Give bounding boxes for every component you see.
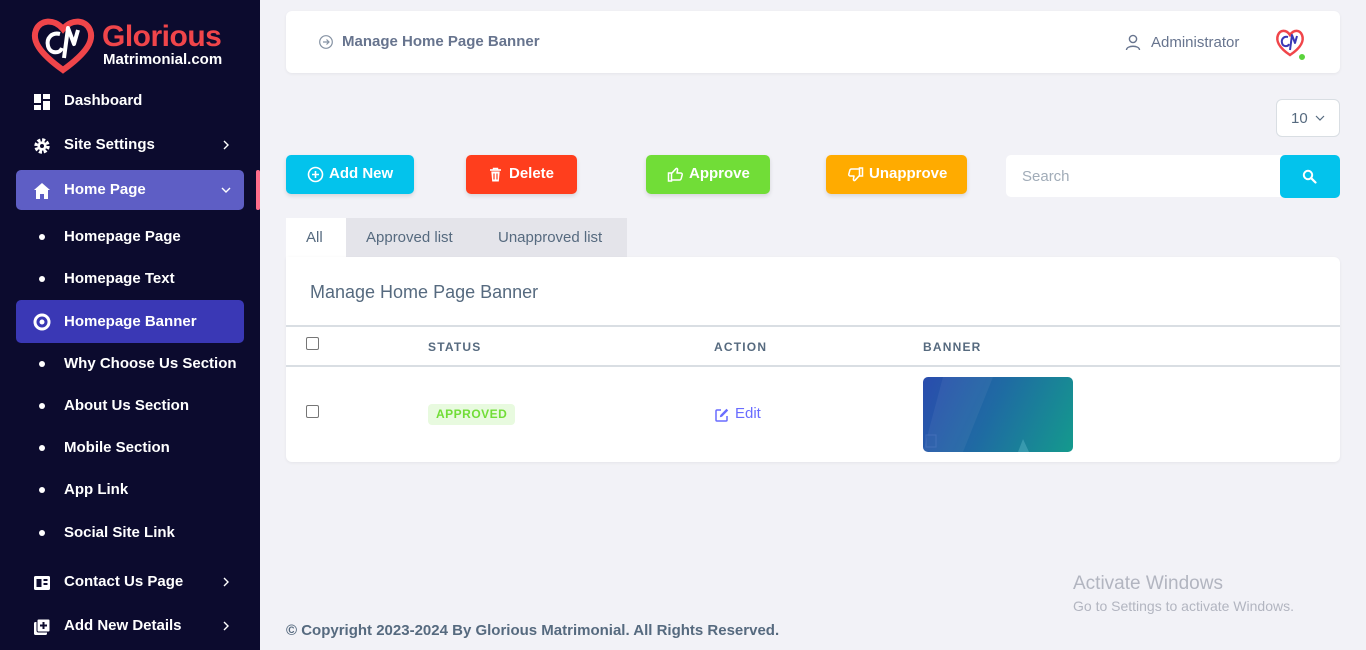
unapprove-label: Unapprove [869, 165, 948, 182]
home-icon [34, 183, 50, 199]
sidebar-item-app-link[interactable]: App Link [16, 474, 244, 506]
online-status-dot [1298, 53, 1306, 61]
sidebar-item-home-page[interactable]: Home Page [16, 170, 244, 210]
windows-activation-subtitle: Go to Settings to activate Windows. [1073, 598, 1294, 614]
sidebar-item-label: Homepage Banner [64, 313, 197, 330]
sidebar-item-label: Why Choose Us Section [64, 355, 237, 372]
sidebar-item-contact-us-page[interactable]: Contact Us Page [16, 562, 244, 602]
filter-tabs: All Approved list Unapproved list [286, 218, 627, 257]
breadcrumb: Manage Home Page Banner [342, 33, 540, 50]
copyright-footer: © Copyright 2023-2024 By Glorious Matrim… [286, 622, 780, 639]
search-input[interactable] [1006, 155, 1282, 197]
chevron-down-icon [221, 187, 231, 193]
bullet-icon [39, 234, 45, 240]
column-header-status: STATUS [428, 340, 482, 354]
bullet-icon [39, 530, 45, 536]
thumbs-down-icon [848, 167, 864, 182]
sidebar-item-label: Dashboard [64, 92, 143, 109]
circle-icon [33, 313, 51, 331]
user-name[interactable]: Administrator [1151, 34, 1239, 51]
sidebar-item-about-us[interactable]: About Us Section [16, 390, 244, 422]
sidebar-item-label: Add New Details [64, 617, 182, 634]
user-icon [1125, 34, 1141, 51]
column-header-action: ACTION [714, 340, 768, 354]
approve-label: Approve [689, 165, 750, 182]
sidebar-item-site-settings[interactable]: Site Settings [16, 125, 244, 165]
edit-label: Edit [735, 405, 761, 422]
trash-icon [490, 167, 501, 182]
sidebar-item-dashboard[interactable]: Dashboard [16, 81, 244, 121]
banner-table-card: Manage Home Page Banner STATUS ACTION BA… [286, 257, 1340, 462]
status-badge: APPROVED [428, 404, 516, 425]
select-all-checkbox[interactable] [306, 337, 319, 350]
sidebar-item-label: About Us Section [64, 397, 190, 414]
divider [286, 325, 1340, 327]
tab-label: Unapproved list [498, 229, 603, 246]
chevron-right-icon [223, 140, 229, 150]
add-new-label: Add New [329, 165, 394, 182]
search-icon [1302, 169, 1317, 184]
banner-image [923, 377, 1029, 452]
dashboard-icon [34, 94, 50, 110]
sidebar-item-label: Contact Us Page [64, 573, 184, 590]
tab-label: Approved list [366, 229, 453, 246]
bullet-icon [39, 403, 45, 409]
bullet-icon [39, 276, 45, 282]
tab-all[interactable]: All [286, 218, 346, 257]
top-header: Manage Home Page Banner Administrator [286, 11, 1340, 73]
active-indicator [256, 170, 260, 210]
arrow-circle-right-icon [319, 35, 333, 49]
windows-activation-title: Activate Windows [1073, 573, 1223, 594]
chevron-right-icon [223, 577, 229, 587]
per-page-value: 10 [1291, 110, 1308, 127]
sidebar-item-why-choose-us[interactable]: Why Choose Us Section [16, 348, 244, 380]
sidebar-item-mobile-section[interactable]: Mobile Section [16, 432, 244, 464]
delete-button[interactable]: Delete [466, 155, 577, 194]
sidebar-item-label: Mobile Section [64, 439, 170, 456]
bullet-icon [39, 445, 45, 451]
tab-label: All [306, 229, 323, 246]
sidebar-item-label: Site Settings [64, 136, 155, 153]
chevron-down-icon [1315, 115, 1325, 121]
chevron-right-icon [223, 621, 229, 631]
contact-card-icon [34, 576, 50, 590]
sidebar: Glorious Matrimonial.com Dashboard Site … [0, 0, 260, 650]
plus-circle-icon [307, 166, 324, 183]
sidebar-item-add-new-details[interactable]: Add New Details [16, 606, 244, 646]
unapprove-button[interactable]: Unapprove [826, 155, 967, 194]
tab-unapproved-list[interactable]: Unapproved list [478, 218, 627, 257]
sidebar-item-homepage-page[interactable]: Homepage Page [16, 221, 244, 253]
sidebar-item-label: Homepage Text [64, 270, 175, 287]
row-checkbox[interactable] [306, 405, 319, 418]
column-header-banner: BANNER [923, 340, 982, 354]
gear-icon [34, 138, 50, 154]
banner-thumbnail [923, 377, 1073, 452]
search-button[interactable] [1280, 155, 1340, 198]
sidebar-item-label: Social Site Link [64, 524, 175, 541]
sidebar-item-label: App Link [64, 481, 129, 498]
approve-button[interactable]: Approve [646, 155, 770, 194]
add-box-icon [34, 618, 51, 635]
sidebar-item-label: Homepage Page [64, 228, 181, 245]
thumbs-up-icon [667, 167, 683, 182]
tab-approved-list[interactable]: Approved list [346, 218, 478, 257]
brand-name: Glorious [102, 20, 222, 53]
sidebar-item-label: Home Page [64, 181, 146, 198]
edit-icon [715, 408, 729, 422]
sidebar-item-social-site-link[interactable]: Social Site Link [16, 517, 244, 549]
delete-label: Delete [509, 165, 555, 182]
divider [286, 365, 1340, 367]
brand-logo[interactable]: Glorious Matrimonial.com [30, 14, 240, 74]
sidebar-item-homepage-banner[interactable]: Homepage Banner [16, 300, 244, 343]
entries-per-page-select[interactable]: 10 [1276, 99, 1340, 137]
logo-heart-icon [31, 18, 95, 74]
brand-sub: Matrimonial.com [103, 51, 223, 68]
bullet-icon [39, 487, 45, 493]
bullet-icon [39, 361, 45, 367]
card-title: Manage Home Page Banner [310, 282, 539, 302]
add-new-button[interactable]: Add New [286, 155, 414, 194]
sidebar-item-homepage-text[interactable]: Homepage Text [16, 263, 244, 295]
